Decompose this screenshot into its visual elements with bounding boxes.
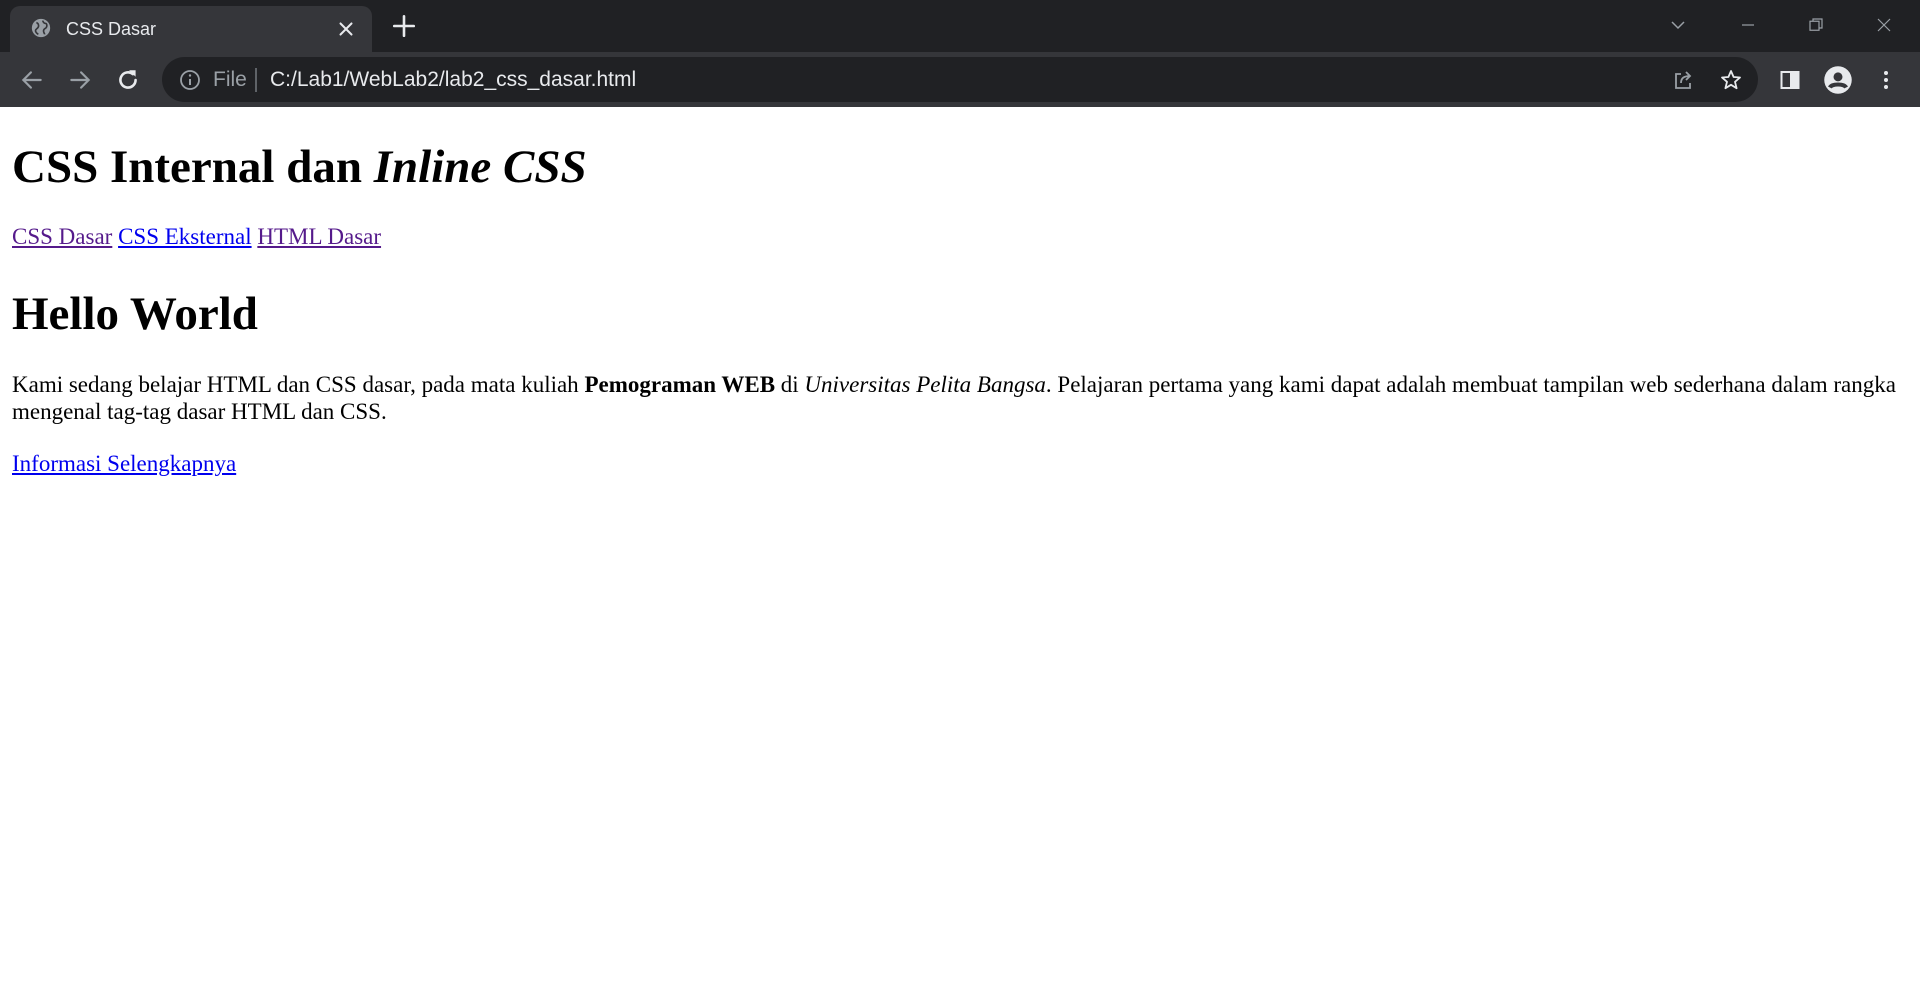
address-bar[interactable]: File C:/Lab1/WebLab2/lab2_css_dasar.html <box>162 57 1758 102</box>
tab-title: CSS Dasar <box>66 19 157 39</box>
scheme-label: File <box>213 68 247 91</box>
share-icon[interactable] <box>1669 66 1697 94</box>
tab-search-icon[interactable] <box>1663 10 1693 40</box>
nav-link-css-eksternal[interactable]: CSS Eksternal <box>118 224 252 249</box>
page-title-italic: Inline CSS <box>373 141 587 193</box>
url-text[interactable]: C:/Lab1/WebLab2/lab2_css_dasar.html <box>270 57 636 102</box>
nav-link-css-dasar[interactable]: CSS Dasar <box>12 224 112 249</box>
paragraph-part2: di <box>775 372 805 397</box>
page-title: CSS Internal dan Inline CSS <box>12 140 587 194</box>
paragraph-part1: Kami sedang belajar HTML dan CSS dasar, … <box>12 372 585 397</box>
intro-paragraph: Kami sedang belajar HTML dan CSS dasar, … <box>12 371 1910 425</box>
forward-arrow-icon[interactable] <box>64 64 96 96</box>
profile-avatar-icon[interactable] <box>1822 64 1854 96</box>
close-window-icon[interactable] <box>1869 10 1899 40</box>
close-tab-icon[interactable] <box>335 18 357 40</box>
more-info-link[interactable]: Informasi Selengkapnya <box>12 451 236 476</box>
new-tab-icon[interactable] <box>391 13 417 39</box>
kebab-menu-icon[interactable] <box>1870 64 1902 96</box>
hello-heading: Hello World <box>12 288 258 340</box>
university-name: Universitas Pelita Bangsa <box>804 372 1046 397</box>
bookmark-star-icon[interactable] <box>1717 66 1745 94</box>
browser-chrome: CSS Dasar File C:/Lab1/WebLab2/lab2_css_… <box>0 0 1920 107</box>
side-panel-icon[interactable] <box>1774 64 1806 96</box>
minimize-icon[interactable] <box>1733 10 1763 40</box>
course-name: Pemograman WEB <box>584 372 776 397</box>
more-info-paragraph: Informasi Selengkapnya <box>12 450 236 478</box>
back-arrow-icon[interactable] <box>16 64 48 96</box>
restore-icon[interactable] <box>1801 10 1831 40</box>
reload-icon[interactable] <box>112 64 144 96</box>
tab-strip: CSS Dasar <box>0 0 1920 52</box>
globe-icon <box>31 18 51 38</box>
info-icon[interactable] <box>178 68 202 92</box>
page-content: CSS Internal dan Inline CSS CSS Dasar CS… <box>0 107 1920 1005</box>
toolbar: File C:/Lab1/WebLab2/lab2_css_dasar.html <box>0 52 1920 107</box>
nav-links: CSS Dasar CSS Eksternal HTML Dasar <box>12 223 381 251</box>
tab-css-dasar[interactable]: CSS Dasar <box>10 6 372 52</box>
scheme-divider <box>255 68 257 92</box>
nav-link-html-dasar[interactable]: HTML Dasar <box>257 224 381 249</box>
page-title-text: CSS Internal dan <box>12 141 374 193</box>
